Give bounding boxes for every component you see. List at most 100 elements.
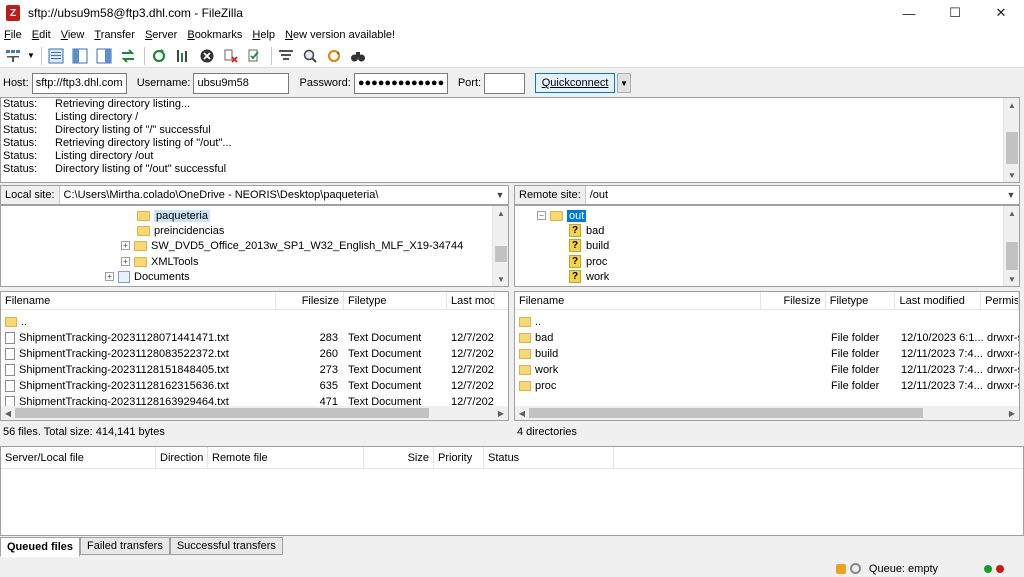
title-bar: Z sftp://ubsu9m58@ftp3.dhl.com - FileZil… [0, 0, 1024, 26]
sync-browse-icon[interactable] [323, 45, 345, 67]
scroll-down-icon[interactable]: ▼ [493, 272, 508, 286]
menu-bookmarks[interactable]: Bookmarks [183, 29, 248, 41]
scroll-thumb[interactable] [1006, 132, 1018, 164]
cancel-icon[interactable] [196, 45, 218, 67]
tab-failed-transfers[interactable]: Failed transfers [80, 537, 170, 555]
compare-icon[interactable] [299, 45, 321, 67]
reconnect-icon[interactable] [244, 45, 266, 67]
local-tree-scrollbar[interactable]: ▲ ▼ [492, 206, 508, 286]
host-input[interactable] [31, 72, 127, 94]
scroll-left-icon[interactable]: ◀ [515, 406, 529, 420]
list-item[interactable]: proc File folder 12/11/2023 7:4... drwxr… [515, 378, 1019, 394]
password-input[interactable] [353, 72, 448, 94]
column-filesize[interactable]: Filesize [761, 292, 826, 310]
site-manager-dropdown-icon[interactable]: ▼ [26, 45, 36, 67]
column-filename[interactable]: Filename [515, 292, 761, 310]
list-item[interactable]: ShipmentTracking-20231128083522372.txt 2… [1, 346, 495, 362]
scroll-left-icon[interactable]: ◀ [1, 406, 15, 420]
tree-item-build[interactable]: ? build [569, 238, 609, 253]
list-item[interactable]: ShipmentTracking-20231128151848405.txt 2… [1, 362, 495, 378]
process-queue-icon[interactable] [172, 45, 194, 67]
tree-item-work[interactable]: ? work [569, 269, 609, 284]
scroll-thumb[interactable] [15, 408, 429, 418]
maximize-button[interactable]: ☐ [932, 0, 978, 26]
expand-icon[interactable]: + [121, 241, 130, 250]
remote-site-path-input[interactable]: /out [585, 186, 1003, 204]
list-item[interactable]: bad File folder 12/10/2023 6:1... drwxr-… [515, 330, 1019, 346]
tab-successful-transfers[interactable]: Successful transfers [169, 537, 283, 555]
local-site-path-input[interactable]: C:\Users\Mirtha.colado\OneDrive - NEORIS… [59, 186, 492, 204]
remote-list-hscrollbar[interactable]: ◀ ▶ [515, 406, 1019, 420]
tree-item-out[interactable]: − out [537, 208, 587, 223]
column-remote-file[interactable]: Remote file [208, 447, 364, 469]
collapse-icon[interactable]: − [537, 211, 546, 220]
refresh-icon[interactable] [148, 45, 170, 67]
log-scrollbar[interactable]: ▲ ▼ [1003, 98, 1019, 182]
toggle-queue-icon[interactable] [117, 45, 139, 67]
column-size[interactable]: Size [364, 447, 434, 469]
search-icon[interactable] [347, 45, 369, 67]
menu-help[interactable]: Help [248, 29, 281, 41]
scroll-down-icon[interactable]: ▼ [1004, 272, 1019, 286]
remote-tree-scrollbar[interactable]: ▲ ▼ [1003, 206, 1019, 286]
expand-icon[interactable]: + [121, 257, 130, 266]
column-last-modified[interactable]: Last modi [447, 292, 495, 310]
scroll-down-icon[interactable]: ▼ [1004, 168, 1019, 182]
scroll-up-icon[interactable]: ▲ [1004, 98, 1019, 112]
minimize-button[interactable]: — [886, 0, 932, 26]
scroll-up-icon[interactable]: ▲ [1004, 206, 1019, 220]
column-last-modified[interactable]: Last modified [895, 292, 982, 310]
tab-queued-files[interactable]: Queued files [0, 537, 81, 557]
scroll-thumb[interactable] [529, 408, 923, 418]
scroll-right-icon[interactable]: ▶ [1005, 406, 1019, 420]
column-filetype[interactable]: Filetype [826, 292, 896, 310]
list-item[interactable]: .. [515, 314, 762, 330]
toggle-local-tree-icon[interactable] [69, 45, 91, 67]
scroll-right-icon[interactable]: ▶ [494, 406, 508, 420]
directory-filter-icon[interactable] [275, 45, 297, 67]
local-site-dropdown-icon[interactable]: ▼ [492, 186, 508, 204]
column-filesize[interactable]: Filesize [276, 292, 344, 310]
tree-item-paqueteria[interactable]: paqueteria [137, 208, 210, 223]
site-manager-icon[interactable] [2, 45, 24, 67]
tree-item-bad[interactable]: ? bad [569, 223, 604, 238]
toggle-log-icon[interactable] [45, 45, 67, 67]
menu-file[interactable]: File [0, 29, 28, 41]
tree-item-xmltools[interactable]: + XMLTools [121, 254, 198, 269]
scroll-up-icon[interactable]: ▲ [493, 206, 508, 220]
disconnect-icon[interactable] [220, 45, 242, 67]
list-item[interactable]: .. [1, 314, 276, 330]
tree-item-preincidencias[interactable]: preincidencias [137, 223, 224, 238]
quickconnect-dropdown-icon[interactable]: ▼ [617, 73, 632, 93]
list-item[interactable]: build File folder 12/11/2023 7:4... drwx… [515, 346, 1019, 362]
close-button[interactable]: ✕ [978, 0, 1024, 26]
tree-item-documents[interactable]: + Documents [105, 269, 190, 284]
column-permissions[interactable]: Permis [981, 292, 1019, 310]
list-item[interactable]: ShipmentTracking-20231128071441471.txt 2… [1, 330, 495, 346]
column-filetype[interactable]: Filetype [344, 292, 447, 310]
list-item[interactable]: ShipmentTracking-20231128162315636.txt 6… [1, 378, 495, 394]
menu-new-version[interactable]: New version available! [281, 29, 401, 41]
column-server-local-file[interactable]: Server/Local file [1, 447, 156, 469]
column-direction[interactable]: Direction [156, 447, 208, 469]
speed-limit-icon[interactable] [849, 563, 861, 574]
username-input[interactable] [193, 72, 290, 94]
column-priority[interactable]: Priority [434, 447, 484, 469]
menu-edit[interactable]: Edit [28, 29, 57, 41]
column-filename[interactable]: Filename [1, 292, 276, 310]
scroll-thumb[interactable] [495, 246, 507, 262]
scroll-thumb[interactable] [1006, 242, 1018, 270]
local-list-hscrollbar[interactable]: ◀ ▶ [1, 406, 508, 420]
port-input[interactable] [484, 72, 526, 94]
column-status[interactable]: Status [484, 447, 614, 469]
menu-server[interactable]: Server [141, 29, 183, 41]
expand-icon[interactable]: + [105, 272, 114, 281]
list-item[interactable]: work File folder 12/11/2023 7:4... drwxr… [515, 362, 1019, 378]
menu-view[interactable]: View [57, 29, 91, 41]
remote-site-dropdown-icon[interactable]: ▼ [1003, 186, 1019, 204]
quickconnect-button[interactable]: Quickconnect [535, 73, 616, 93]
tree-item-proc[interactable]: ? proc [569, 254, 607, 269]
toggle-remote-tree-icon[interactable] [93, 45, 115, 67]
menu-transfer[interactable]: Transfer [90, 29, 141, 41]
tree-item-sw-dvd5[interactable]: + SW_DVD5_Office_2013w_SP1_W32_English_M… [121, 238, 463, 253]
